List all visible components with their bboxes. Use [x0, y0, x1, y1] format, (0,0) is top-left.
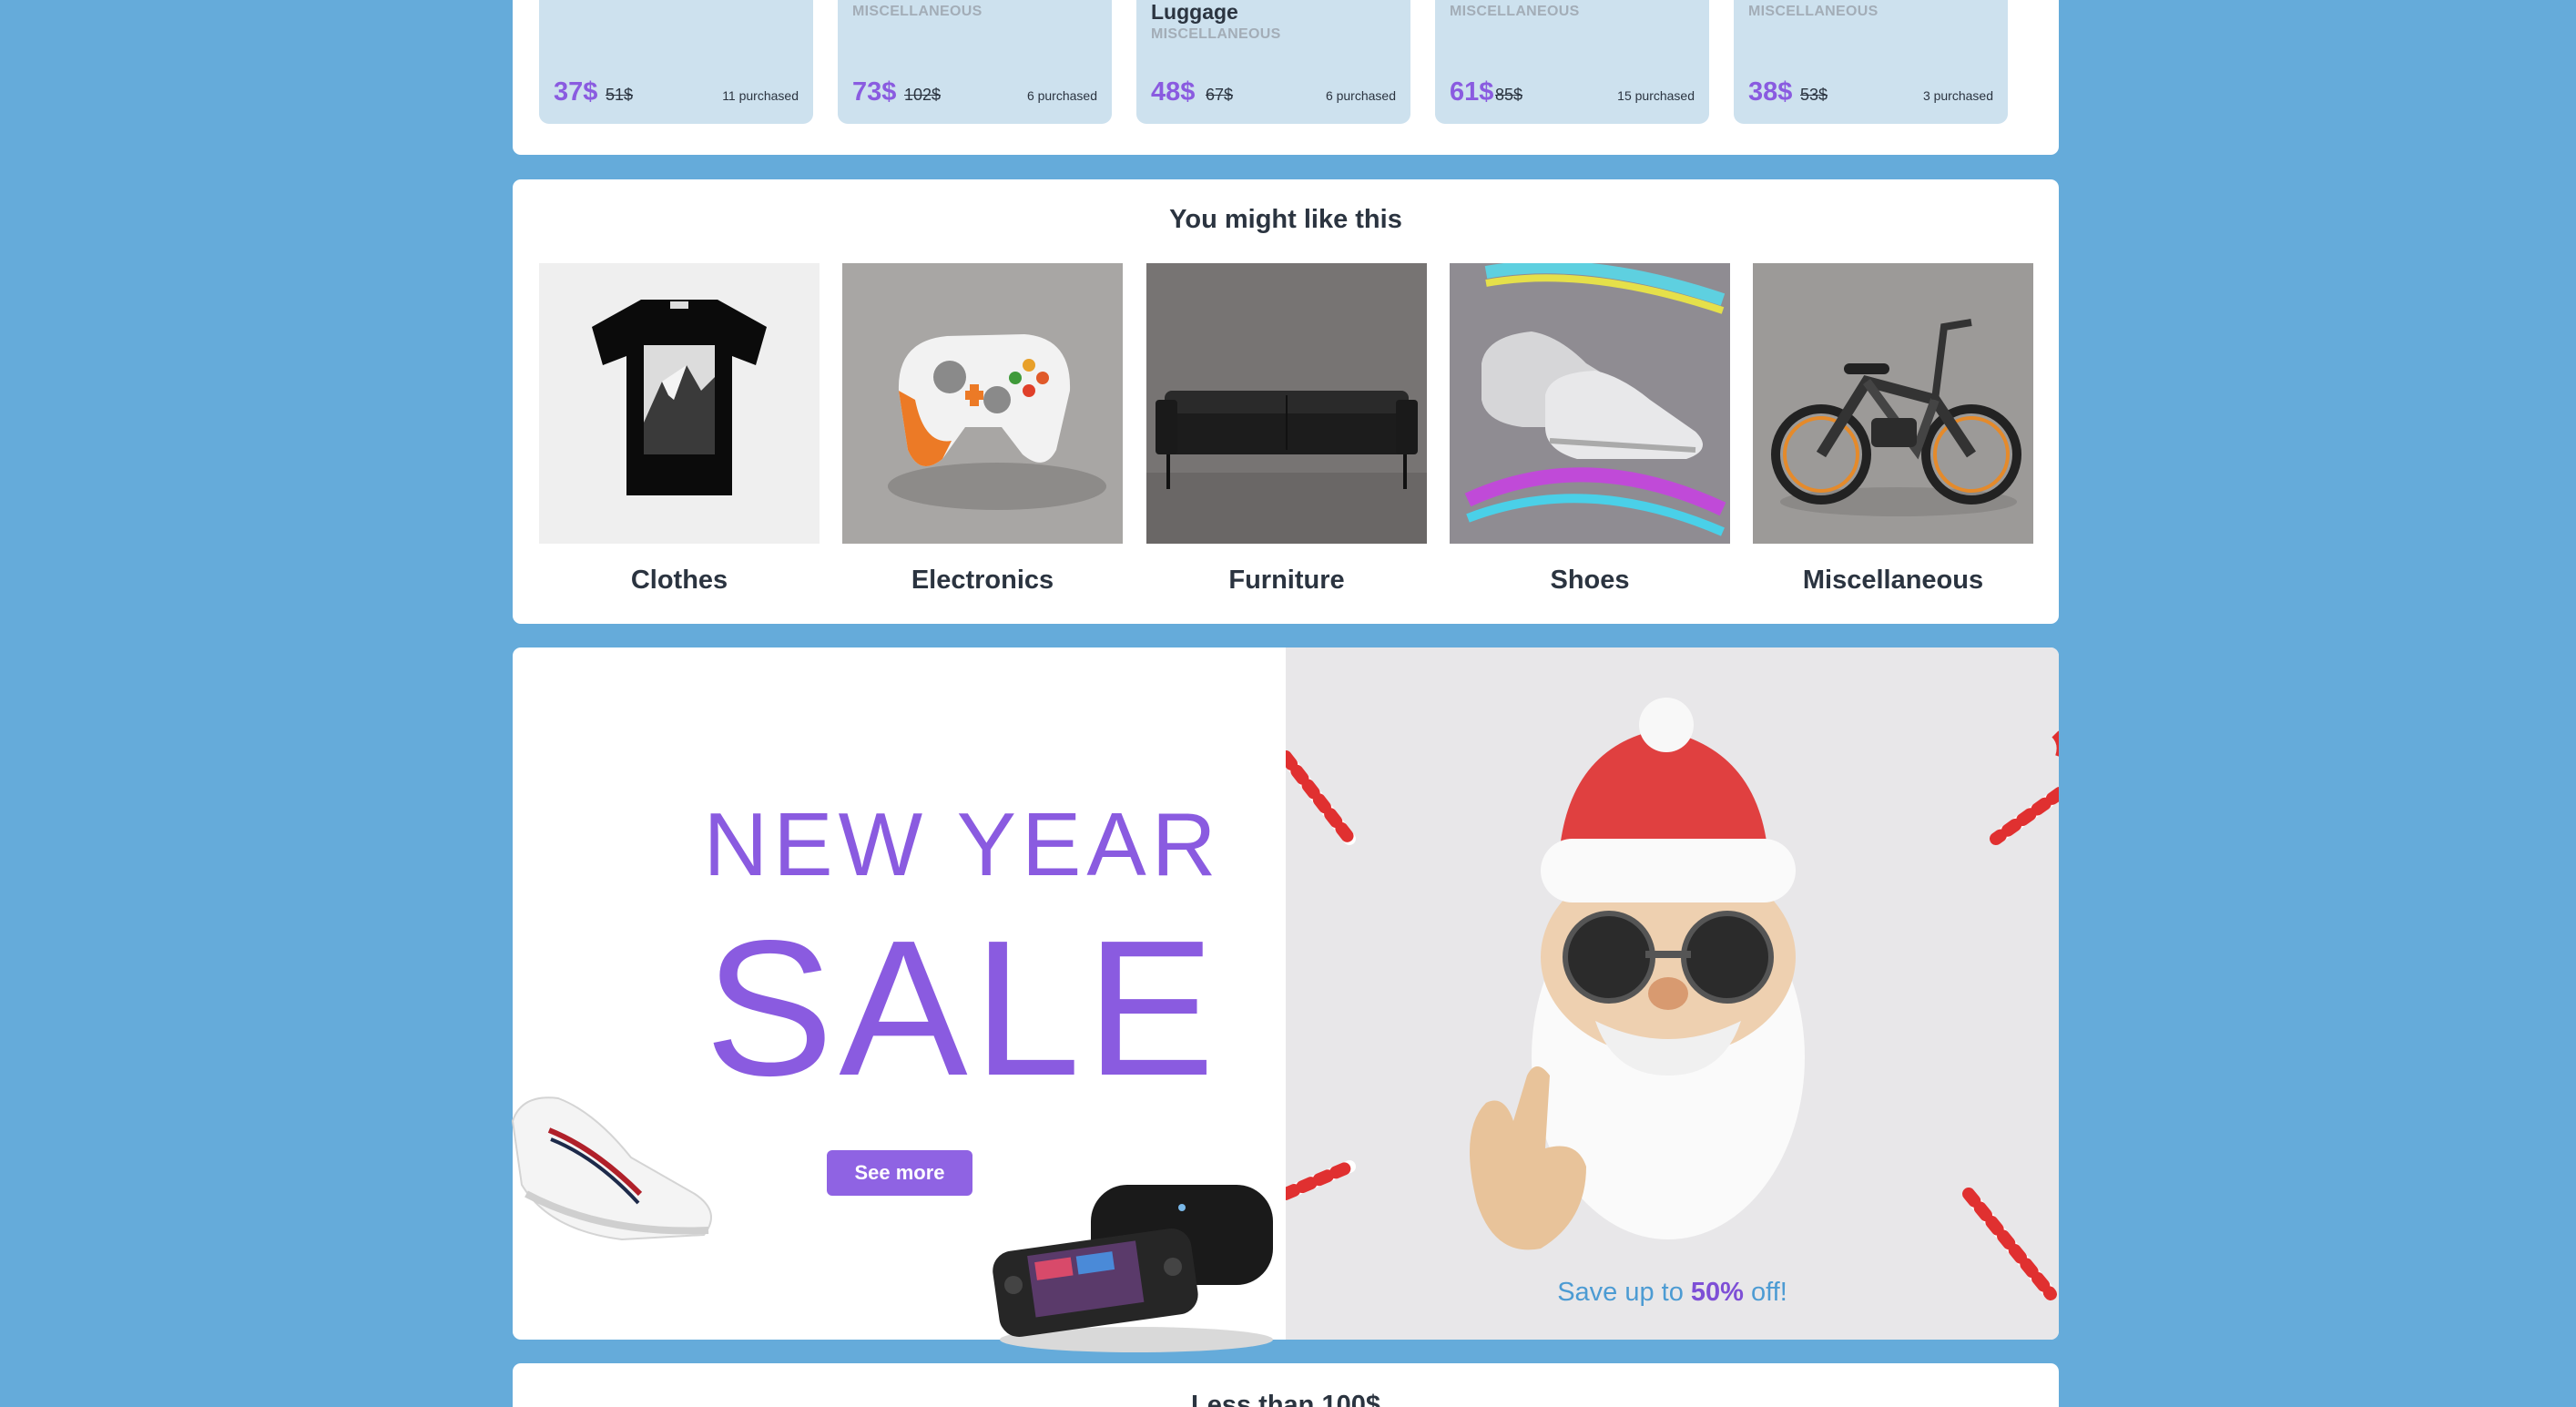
product-card[interactable]: MISCELLANEOUS 38$ 53$ 3 purchased — [1734, 0, 2008, 124]
product-purchase-count: 6 purchased — [1026, 88, 1097, 103]
see-more-button[interactable]: See more — [827, 1150, 972, 1196]
product-price: 38$ — [1748, 77, 1793, 107]
sofa-icon[interactable] — [1146, 263, 1427, 544]
save-up-suffix: off! — [1743, 1278, 1787, 1307]
category-label: Shoes — [1550, 566, 1630, 595]
candy-cane-image — [1990, 730, 2059, 845]
sale-banner: NEW YEAR SALE See more Save up to 50% of… — [511, 647, 2059, 1352]
product-card[interactable]: 37$ 51$ 11 purchased — [539, 0, 813, 124]
product-card[interactable]: MISCELLANEOUS 61$ 85$ 15 purchased — [1435, 0, 1709, 124]
product-old-price: 67$ — [1206, 86, 1234, 104]
category-card-clothes[interactable]: Clothes — [539, 263, 820, 595]
less-than-100-panel: Less than 100$ — [513, 1363, 2059, 1407]
category-label: Miscellaneous — [1802, 566, 1984, 595]
candy-cane-image — [1286, 1160, 1356, 1200]
category-card-furniture[interactable]: Furniture — [1146, 263, 1427, 595]
product-price: 37$ — [554, 77, 598, 107]
save-up-percent: 50% — [1690, 1278, 1744, 1307]
product-old-price: 102$ — [904, 86, 942, 104]
sneaker-image — [511, 1096, 712, 1241]
bicycle-icon[interactable] — [1753, 263, 2033, 544]
category-card-miscellaneous[interactable]: Miscellaneous — [1753, 263, 2033, 595]
save-up-prefix: Save up to — [1557, 1278, 1691, 1307]
product-purchase-count: 11 purchased — [722, 88, 799, 103]
tshirt-icon[interactable] — [539, 263, 820, 544]
section-heading: You might like this — [1169, 205, 1402, 234]
product-card[interactable]: MISCELLANEOUS 73$ 102$ 6 purchased — [838, 0, 1112, 124]
handheld-console-image — [993, 1185, 1273, 1352]
product-old-price: 51$ — [606, 86, 634, 104]
product-title: Luggage — [1151, 0, 1238, 24]
category-label: Furniture — [1228, 566, 1345, 595]
category-label: Clothes — [630, 566, 728, 595]
save-up-text: Save up to 50% off! — [1286, 1278, 2059, 1308]
product-category: MISCELLANEOUS — [1748, 4, 1879, 19]
product-price: 48$ — [1151, 77, 1196, 107]
banner-line-1: NEW YEAR — [703, 794, 1222, 894]
product-card[interactable]: Luggage MISCELLANEOUS 48$ 67$ 6 purchase… — [1136, 0, 1410, 124]
banner-image-area: Save up to 50% off! — [1286, 647, 2059, 1340]
product-old-price: 53$ — [1800, 86, 1828, 104]
banner-line-2: SALE — [704, 900, 1221, 1116]
category-card-shoes[interactable]: Shoes — [1450, 263, 1730, 595]
you-might-like-panel: You might like this Clothes Electronics … — [513, 179, 2059, 624]
product-category: MISCELLANEOUS — [1450, 4, 1580, 19]
category-card-electronics[interactable]: Electronics — [842, 263, 1123, 595]
product-purchase-count: 15 purchased — [1617, 88, 1695, 103]
santa-image — [1470, 698, 1805, 1250]
product-strip-panel: 37$ 51$ 11 purchased MISCELLANEOUS 73$ 1… — [513, 0, 2059, 155]
product-category: MISCELLANEOUS — [852, 4, 983, 19]
candy-cane-image — [1286, 750, 1356, 845]
product-old-price: 85$ — [1495, 86, 1523, 104]
sneaker-icon[interactable] — [1450, 263, 1730, 544]
product-purchase-count: 3 purchased — [1922, 88, 1993, 103]
category-label: Electronics — [911, 566, 1054, 595]
product-category: MISCELLANEOUS — [1151, 26, 1281, 42]
product-price: 73$ — [852, 77, 897, 107]
product-price: 61$ — [1450, 77, 1494, 107]
product-purchase-count: 6 purchased — [1325, 88, 1396, 103]
section-heading: Less than 100$ — [1191, 1391, 1380, 1407]
gamepad-icon[interactable] — [842, 263, 1123, 544]
